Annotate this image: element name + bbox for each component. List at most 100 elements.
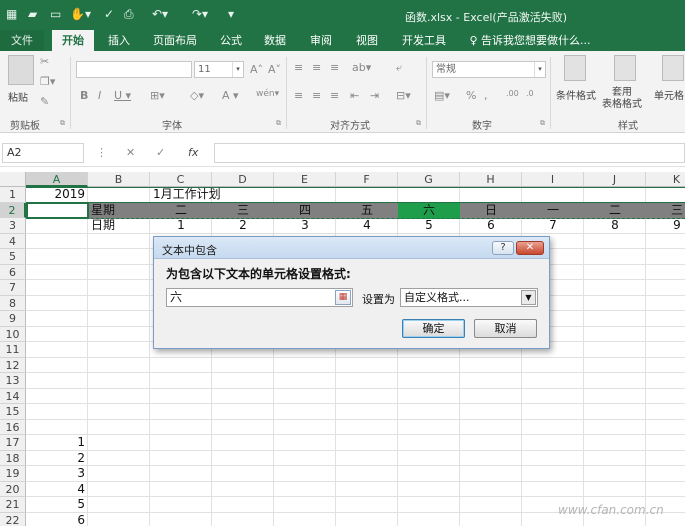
row-header-9[interactable]: 9 (0, 311, 26, 327)
tab-view[interactable]: 视图 (350, 30, 384, 51)
chevron-down-icon[interactable]: ▼ (521, 290, 536, 305)
align-middle-icon[interactable]: ≡ (312, 61, 321, 74)
formula-input[interactable] (214, 143, 685, 163)
copy-icon[interactable]: ❐▾ (40, 75, 55, 88)
row-header-8[interactable]: 8 (0, 295, 26, 311)
accounting-format-icon[interactable]: ▤▾ (434, 89, 450, 102)
font-name-select[interactable] (76, 61, 192, 78)
name-box[interactable]: A2 (2, 143, 84, 163)
cancel-button[interactable]: 取消 (474, 319, 537, 338)
cell-f3[interactable]: 4 (336, 218, 398, 234)
undo-icon[interactable]: ↶▾ (152, 7, 168, 21)
fill-color-icon[interactable]: ◇▾ (190, 89, 204, 102)
row-header-12[interactable]: 12 (0, 357, 26, 373)
touch-mode-icon[interactable]: ✋▾ (70, 7, 91, 21)
help-button[interactable]: ? (492, 241, 514, 255)
close-button[interactable]: ✕ (516, 241, 544, 255)
cell-a20[interactable]: 4 (26, 482, 88, 498)
column-header-h[interactable]: H (460, 172, 522, 187)
select-all-corner[interactable] (0, 172, 26, 187)
row-header-15[interactable]: 15 (0, 404, 26, 420)
row-header-22[interactable]: 22 (0, 512, 26, 526)
cell-g3[interactable]: 5 (398, 218, 460, 234)
tell-me-search[interactable]: ♀ 告诉我您想要做什么... (464, 30, 596, 51)
phonetic-icon[interactable]: wén▾ (256, 89, 279, 99)
cell-k3[interactable]: 9 (646, 218, 685, 234)
tab-insert[interactable]: 插入 (102, 30, 136, 51)
cell-e3[interactable]: 3 (274, 218, 336, 234)
cancel-entry-icon[interactable]: ✕ (126, 146, 135, 159)
row-header-14[interactable]: 14 (0, 388, 26, 404)
cell-h3[interactable]: 6 (460, 218, 522, 234)
column-header-c[interactable]: C (150, 172, 212, 187)
insert-function-icon[interactable]: fx (188, 146, 198, 159)
row-header-19[interactable]: 19 (0, 466, 26, 482)
number-format-select[interactable]: 常规 ▾ (432, 61, 546, 78)
format-select[interactable]: 自定义格式... ▼ (400, 288, 538, 307)
cut-icon[interactable]: ✂ (40, 55, 49, 68)
increase-indent-icon[interactable]: ⇥ (370, 89, 379, 102)
column-header-i[interactable]: I (522, 172, 584, 187)
new-file-icon[interactable]: ▭ (50, 7, 61, 21)
dialog-titlebar[interactable]: 文本中包含 ? ✕ (154, 237, 549, 259)
column-header-k[interactable]: K (646, 172, 685, 187)
format-as-table-button[interactable]: 套用 表格格式 (602, 87, 642, 111)
row-header-18[interactable]: 18 (0, 450, 26, 466)
cell-d2[interactable]: 三 (212, 203, 274, 219)
decrease-indent-icon[interactable]: ⇤ (350, 89, 359, 102)
merge-center-icon[interactable]: ⊟▾ (396, 89, 411, 102)
cell-c1[interactable]: 1月工作计划 (153, 187, 221, 203)
conditional-format-button[interactable]: 条件格式 (556, 87, 596, 102)
borders-icon[interactable]: ⊞▾ (150, 89, 165, 102)
tab-file[interactable]: 文件 (0, 30, 44, 51)
cell-c3[interactable]: 1 (150, 218, 212, 234)
row-header-10[interactable]: 10 (0, 326, 26, 342)
cell-k2[interactable]: 三 (646, 203, 685, 219)
wrap-text-icon[interactable]: ⤶ (396, 61, 402, 75)
cell-a18[interactable]: 2 (26, 451, 88, 467)
print-preview-icon[interactable]: ⎙ (124, 7, 134, 22)
tab-data[interactable]: 数据 (258, 30, 292, 51)
tab-formulas[interactable]: 公式 (214, 30, 248, 51)
row-header-20[interactable]: 20 (0, 481, 26, 497)
save-icon[interactable]: ▰ (28, 7, 37, 21)
bold-icon[interactable]: B (80, 89, 88, 102)
paste-button[interactable]: 粘贴 (8, 89, 28, 104)
row-header-4[interactable]: 4 (0, 233, 26, 249)
percent-icon[interactable]: % (466, 89, 476, 102)
decrease-font-icon[interactable]: A˅ (268, 63, 281, 76)
cell-h2[interactable]: 日 (460, 203, 522, 219)
cell-b3[interactable]: 日期 (91, 218, 153, 234)
confirm-entry-icon[interactable]: ✓ (156, 146, 165, 159)
font-color-icon[interactable]: A ▾ (222, 89, 239, 102)
column-header-b[interactable]: B (88, 172, 150, 187)
align-right-icon[interactable]: ≡ (330, 89, 339, 102)
cell-g2[interactable]: 六 (398, 203, 460, 219)
cell-j2[interactable]: 二 (584, 203, 646, 219)
increase-decimal-icon[interactable]: .00 (506, 89, 519, 98)
customize-toolbar-icon[interactable]: ▾ (228, 7, 234, 21)
italic-icon[interactable]: I (98, 89, 101, 102)
cell-i3[interactable]: 7 (522, 218, 584, 234)
collapse-dialog-icon[interactable]: ▦ (335, 290, 351, 305)
row-header-3[interactable]: 3 (0, 218, 26, 234)
dialog-launcher-icon[interactable]: ⧉ (60, 119, 65, 128)
cell-a19[interactable]: 3 (26, 466, 88, 482)
cell-e2[interactable]: 四 (274, 203, 336, 219)
cell-j3[interactable]: 8 (584, 218, 646, 234)
align-bottom-icon[interactable]: ≡ (330, 61, 339, 74)
tab-developer[interactable]: 开发工具 (396, 30, 452, 51)
dialog-launcher-icon[interactable]: ⧉ (540, 119, 545, 128)
comma-style-icon[interactable]: , (484, 89, 488, 102)
align-center-icon[interactable]: ≡ (312, 89, 321, 102)
tab-page-layout[interactable]: 页面布局 (148, 30, 202, 51)
cell-d3[interactable]: 2 (212, 218, 274, 234)
row-header-16[interactable]: 16 (0, 419, 26, 435)
column-header-j[interactable]: J (584, 172, 646, 187)
column-header-d[interactable]: D (212, 172, 274, 187)
match-text-input[interactable]: 六 ▦ (166, 288, 353, 307)
row-header-7[interactable]: 7 (0, 280, 26, 296)
decrease-decimal-icon[interactable]: .0 (526, 89, 534, 98)
tab-review[interactable]: 审阅 (304, 30, 338, 51)
cell-styles-button[interactable]: 单元格 (654, 87, 684, 102)
